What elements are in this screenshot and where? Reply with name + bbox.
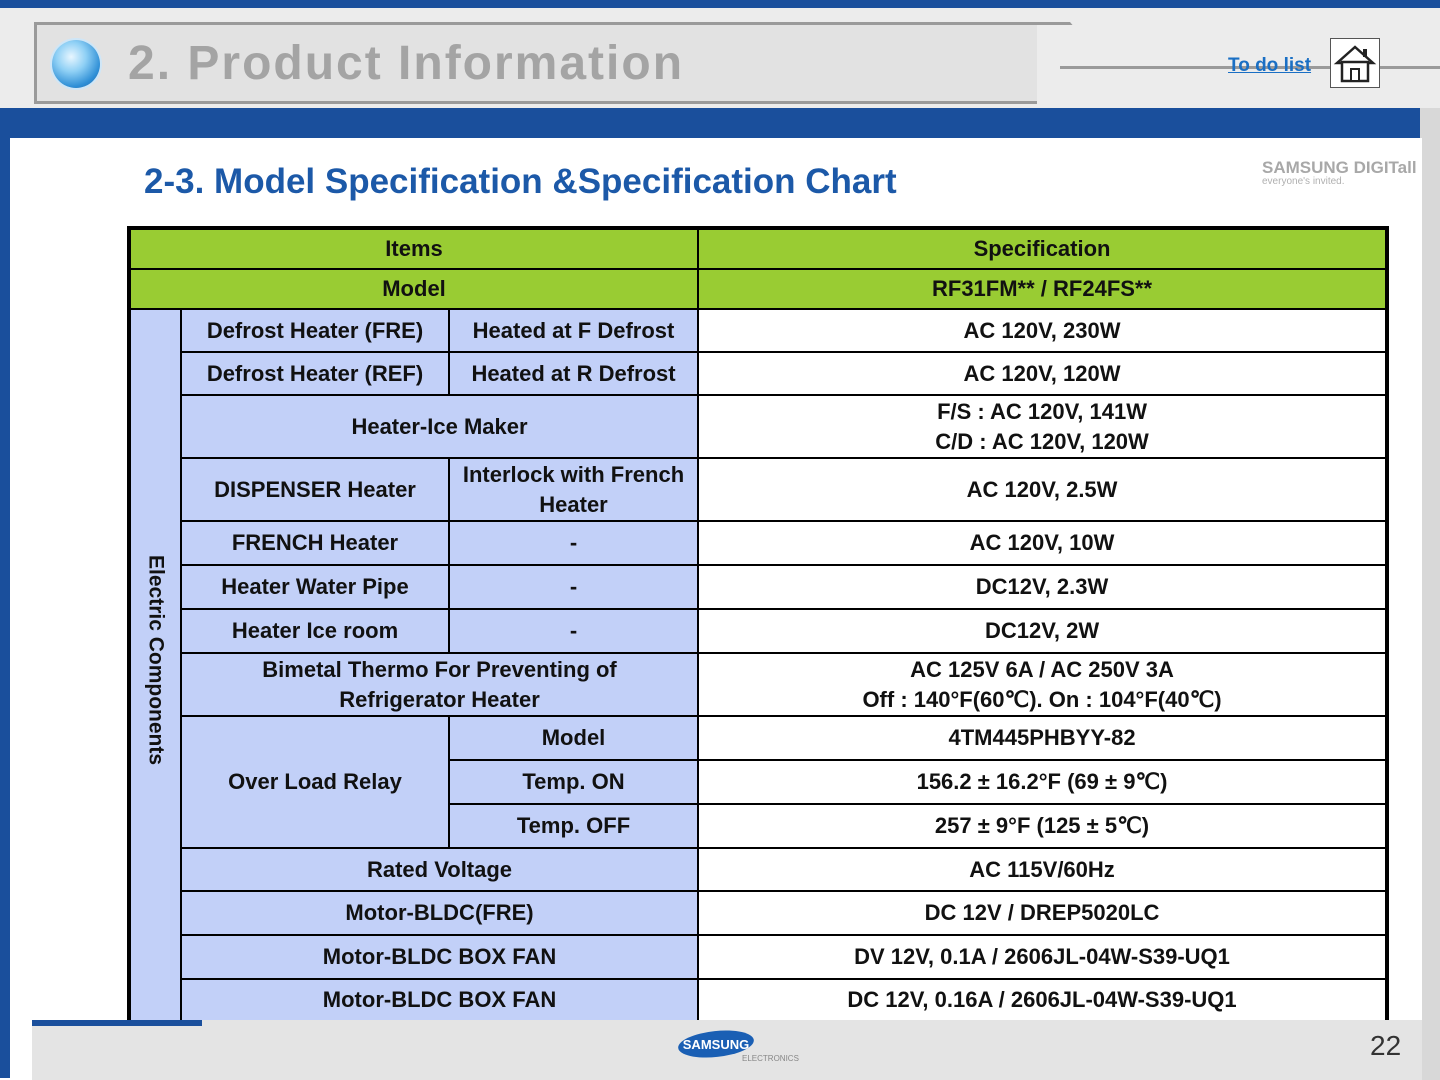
spec-line: C/D : AC 120V, 120W: [935, 428, 1149, 454]
specification-table: Items Specification Model RF31FM** / RF2…: [127, 226, 1390, 1024]
content-right-band: [1420, 108, 1440, 1080]
content-left-band: [0, 108, 10, 1078]
sub-cell: Interlock with French Heater: [447, 457, 700, 522]
spec-cell: DC12V, 2W: [697, 608, 1389, 654]
item-cell: Defrost Heater (FRE): [180, 308, 450, 353]
item-cell: Heater Water Pipe: [180, 564, 450, 610]
home-button[interactable]: [1330, 38, 1380, 88]
spec-cell: AC 120V, 120W: [697, 351, 1389, 396]
item-cell: Defrost Heater (REF): [180, 351, 450, 396]
sub-cell: -: [447, 608, 700, 654]
page-title: 2. Product Information: [128, 37, 685, 90]
spec-cell: DV 12V, 0.1A / 2606JL-04W-S39-UQ1: [697, 934, 1389, 980]
sub-cell: -: [447, 520, 700, 566]
todo-list-link[interactable]: To do list: [1228, 55, 1311, 77]
spec-cell: AC 115V/60Hz: [697, 847, 1389, 892]
table-row: Bimetal Thermo For Preventing of Refrige…: [129, 652, 1389, 717]
sub-cell: -: [447, 564, 700, 610]
table-row: Heater Ice room - DC12V, 2W: [129, 608, 1389, 654]
table-row: Over Load Relay Model 4TM445PHBYY-82: [129, 715, 1389, 849]
table-row: Rated Voltage AC 115V/60Hz: [129, 847, 1389, 892]
sub-cell: Heated at F Defrost: [447, 308, 700, 353]
sub-cell: Temp. ON: [447, 759, 700, 805]
spec-cell: 4TM445PHBYY-82: [697, 715, 1389, 761]
sub-cell: Heated at R Defrost: [447, 351, 700, 396]
item-cell: Over Load Relay: [180, 715, 450, 849]
orb-icon: [52, 40, 100, 88]
samsung-logo-subtext: ELECTRONICS: [742, 1054, 799, 1063]
spec-cell: F/S : AC 120V, 141W C/D : AC 120V, 120W: [697, 394, 1389, 459]
table-row: DISPENSER Heater Interlock with French H…: [129, 457, 1389, 522]
spec-cell: AC 120V, 10W: [697, 520, 1389, 566]
spec-cell: 156.2 ± 16.2°F (69 ± 9℃): [697, 759, 1389, 805]
model-row: Model RF31FM** / RF24FS**: [127, 268, 1389, 310]
table-row: Motor-BLDC BOX FAN DC 12V, 0.16A / 2606J…: [129, 978, 1389, 1023]
samsung-logo-text: SAMSUNG: [683, 1037, 749, 1052]
spec-cell: 257 ± 9°F (125 ± 5℃): [697, 803, 1389, 849]
section-title: 2-3. Model Specification &Specification …: [144, 162, 897, 201]
item-cell: Motor-BLDC BOX FAN: [179, 978, 700, 1023]
spec-cell: AC 120V, 2.5W: [697, 457, 1389, 522]
table-row: Motor-BLDC(FRE) DC 12V / DREP5020LC: [129, 890, 1389, 936]
item-cell: Motor-BLDC BOX FAN: [179, 934, 700, 980]
home-icon: [1333, 45, 1377, 83]
table-header-row: Items Specification: [127, 227, 1389, 270]
content-top-band: [0, 108, 1440, 138]
item-cell: FRENCH Heater: [180, 520, 450, 566]
group-label: Electric Components: [144, 554, 168, 766]
spec-cell: AC 125V 6A / AC 250V 3A Off : 140°F(60℃)…: [697, 652, 1389, 717]
spec-cell: DC 12V / DREP5020LC: [697, 890, 1389, 936]
table-row: Heater-Ice Maker F/S : AC 120V, 141W C/D…: [129, 394, 1389, 459]
table-row: Heater Water Pipe - DC12V, 2.3W: [129, 564, 1389, 610]
item-cell: DISPENSER Heater: [180, 457, 450, 522]
spec-cell: DC12V, 2.3W: [697, 564, 1389, 610]
table-row: Electric Components Defrost Heater (FRE)…: [128, 308, 1389, 1023]
spec-cell: DC 12V, 0.16A / 2606JL-04W-S39-UQ1: [697, 978, 1389, 1023]
sub-line: Heater: [539, 491, 608, 517]
top-accent-strip: [0, 0, 1440, 8]
item-cell: Heater Ice room: [180, 608, 450, 654]
spec-line: F/S : AC 120V, 141W: [937, 398, 1147, 424]
sub-cell: Temp. OFF: [447, 803, 700, 849]
item-line: Refrigerator Heater: [339, 686, 540, 712]
spec-line: Off : 140°F(60℃). On : 104°F(40℃): [862, 686, 1222, 712]
item-cell: Motor-BLDC(FRE): [179, 890, 700, 936]
spec-line: AC 125V 6A / AC 250V 3A: [910, 656, 1174, 682]
table-row: FRENCH Heater - AC 120V, 10W: [129, 520, 1389, 566]
item-cell: Rated Voltage: [179, 847, 700, 892]
header-specification: Specification: [697, 227, 1389, 270]
footer-accent-strip: [32, 1020, 202, 1026]
item-line: Bimetal Thermo For Preventing of: [262, 656, 617, 682]
model-label: Model: [127, 268, 700, 310]
samsung-digitall-logo: SAMSUNG DIGITall everyone's invited.: [1262, 158, 1417, 192]
sub-cell: Model: [447, 715, 700, 761]
sub-line: Interlock with French: [462, 461, 685, 487]
spec-cell: AC 120V, 230W: [697, 308, 1389, 353]
brand-main-text: SAMSUNG DIGITall: [1262, 158, 1417, 177]
table-row: Motor-BLDC BOX FAN DV 12V, 0.1A / 2606JL…: [129, 934, 1389, 980]
electric-components-group: Electric Components: [128, 308, 182, 1023]
model-value: RF31FM** / RF24FS**: [697, 268, 1389, 310]
page-number: 22: [1370, 1030, 1402, 1061]
header-items: Items: [127, 227, 700, 270]
table-row: Defrost Heater (REF) Heated at R Defrost…: [129, 351, 1389, 396]
item-cell: Bimetal Thermo For Preventing of Refrige…: [179, 652, 700, 717]
item-cell: Heater-Ice Maker: [179, 394, 700, 459]
